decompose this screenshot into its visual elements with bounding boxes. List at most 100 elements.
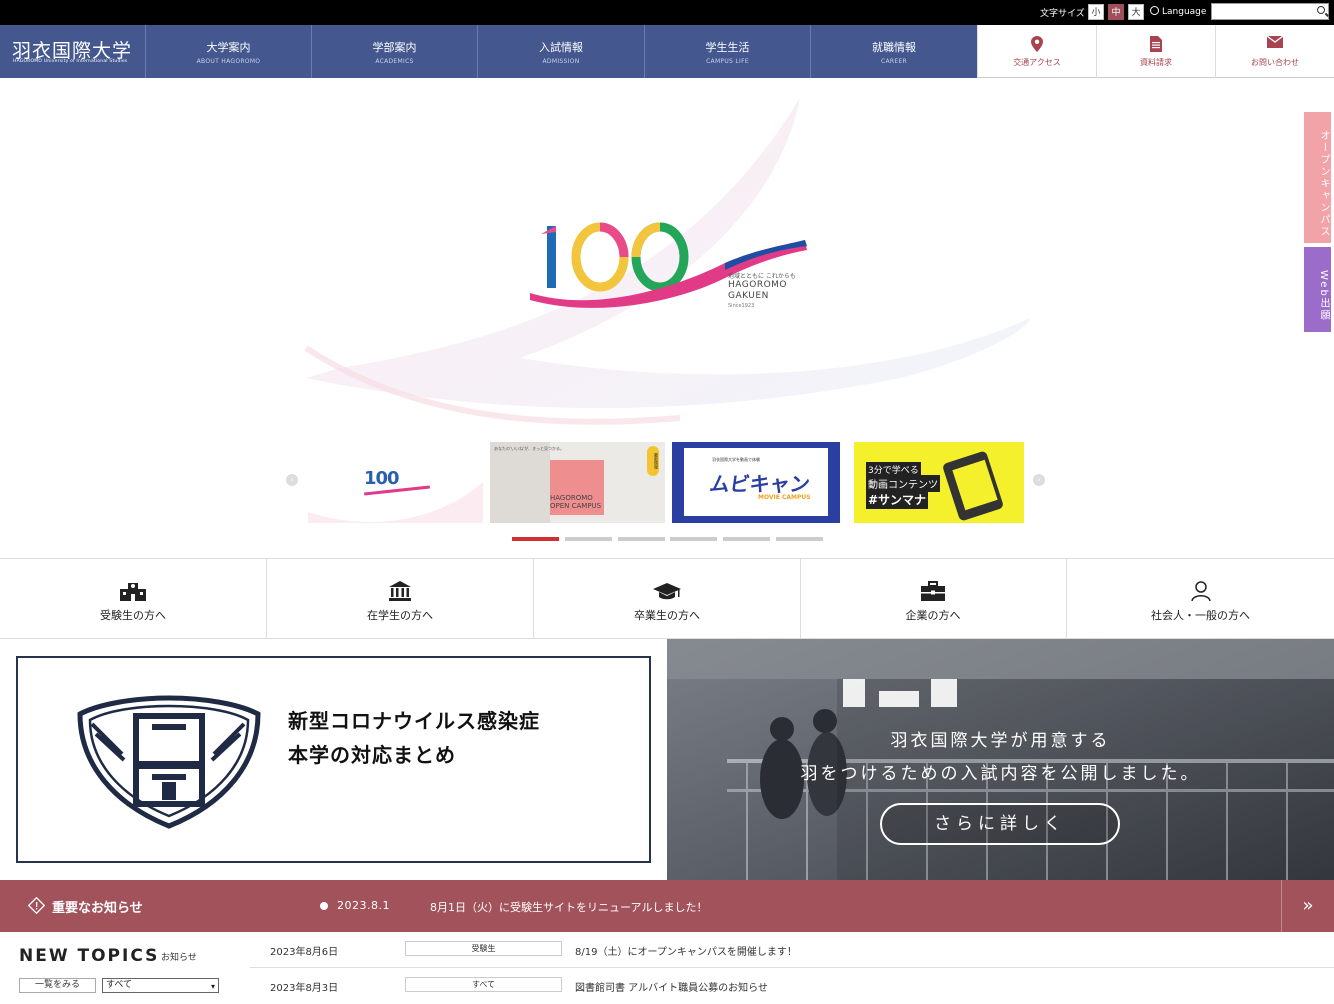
nav-item-sublabel: CAMPUS LIFE	[706, 58, 749, 65]
nav-item-admission[interactable]: 入試情報 ADMISSION	[477, 25, 644, 78]
topic-category-badge: すべて	[405, 977, 562, 992]
document-icon	[1150, 36, 1162, 52]
topic-row[interactable]: 2023年8月3日 すべて 図書館司書 アルバイト職員公募のお知らせ	[250, 968, 1334, 1004]
nav-item-sublabel: ABOUT HAGOROMO	[196, 58, 261, 65]
font-size-medium-button[interactable]: 中	[1108, 4, 1124, 20]
slider-dot[interactable]	[512, 537, 559, 541]
hero-brand-line2: GAKUEN	[728, 291, 769, 301]
topic-text[interactable]: 図書館司書 アルバイト職員公募のお知らせ	[575, 979, 768, 994]
open-campus-side-tab[interactable]: オープンキャンパス	[1304, 112, 1331, 243]
nav-item-academics[interactable]: 学部案内 ACADEMICS	[311, 25, 477, 78]
font-size-large-button[interactable]: 大	[1128, 4, 1144, 20]
audience-label: 企業の方へ	[905, 609, 961, 622]
audience-companies[interactable]: 企業の方へ	[800, 559, 1067, 639]
notice-title: 重要なお知らせ	[52, 901, 143, 916]
feature-more-button[interactable]: さらに詳しく	[880, 803, 1120, 845]
nav-item-label: 大学案内	[206, 41, 251, 54]
thumbnail-open-campus-title: HAGOROMO OPEN CAMPUS	[550, 494, 602, 510]
slider-dot[interactable]	[723, 537, 770, 541]
audience-label: 卒業生の方へ	[634, 609, 700, 622]
nav-item-campus-life[interactable]: 学生生活 CAMPUS LIFE	[644, 25, 810, 78]
access-link[interactable]: 交通アクセス	[977, 25, 1096, 78]
covid-response-banner[interactable]: 新型コロナウイルス感染症 本学の対応まとめ	[16, 656, 651, 863]
mail-icon	[1267, 36, 1283, 48]
notice-message-link[interactable]: 8月1日（火）に受験生サイトをリニューアルしました！	[430, 899, 707, 915]
hero-slider[interactable]: 地域とともに これからも HAGOROMO GAKUEN Since1923	[0, 78, 1334, 440]
thumbnail-movie-campus[interactable]: 羽衣国際大学を動画で体験 ムビキャン MOVIE CAMPUS	[672, 442, 840, 523]
thumbnail-movie-sub: MOVIE CAMPUS	[758, 494, 811, 501]
hero-brand-line1: HAGOROMO	[728, 280, 788, 290]
search-input[interactable]	[1211, 3, 1329, 20]
admission-feature-banner[interactable]: 羽衣国際大学が用意する 羽をつけるための入試内容を公開しました。 さらに詳しく	[667, 639, 1334, 880]
nav-item-sublabel: ACADEMICS	[375, 58, 414, 65]
notice-diamond-icon	[28, 897, 45, 914]
thumbnail-open-campus[interactable]: あなたの'いいね'が、きっと見つかる。 HAGOROMO OPEN CAMPUS…	[490, 442, 665, 523]
thumbnail-100-text: 100	[364, 468, 400, 489]
feature-banner-line2: 羽をつけるための入試内容を公開しました。	[800, 764, 1201, 784]
notice-date: 2023.8.1	[337, 899, 390, 912]
notice-bullet-icon	[320, 902, 328, 910]
slider-dot[interactable]	[776, 537, 823, 541]
topics-title: NEW TOPICS	[19, 946, 160, 966]
map-pin-icon	[1031, 36, 1043, 52]
thumbnail-movie-copy: 羽衣国際大学を動画で体験	[712, 457, 760, 462]
audience-navigation: 受験生の方へ 在学生の方へ 卒業生の方へ 企業の方へ 社会人・一般の方へ	[0, 558, 1334, 639]
covid-banner-line1: 新型コロナウイルス感染症	[288, 709, 540, 733]
topics-subtitle: お知らせ	[161, 953, 197, 963]
slider-dot[interactable]	[670, 537, 717, 541]
brochure-label: 資料請求	[1140, 58, 1172, 67]
topic-row[interactable]: 2023年8月6日 受験生 8/19（土）にオープンキャンパスを開催します！	[250, 932, 1334, 968]
feature-banner-line1: 羽衣国際大学が用意する	[890, 731, 1111, 751]
font-size-small-button[interactable]: 小	[1088, 4, 1104, 20]
thumbnail-sanmana-line3: #サンマナ	[866, 490, 929, 509]
audience-alumni[interactable]: 卒業生の方へ	[534, 559, 801, 639]
topic-category-badge: 受験生	[405, 941, 562, 956]
important-notice-bar: 重要なお知らせ 2023.8.1 8月1日（火）に受験生サイトをリニューアルしま…	[0, 880, 1334, 932]
main-navigation: 羽衣国際大学 HAGOROMO University of Internatio…	[0, 25, 1334, 78]
audience-general-public[interactable]: 社会人・一般の方へ	[1067, 559, 1334, 639]
graduation-cap-icon	[653, 583, 681, 600]
school-building-icon	[120, 583, 146, 601]
audience-label: 受験生の方へ	[100, 609, 166, 622]
thumbnail-sanmana[interactable]: 3分で学べる 動画コンテンツ #サンマナ	[854, 442, 1024, 523]
language-label: Language	[1162, 7, 1207, 17]
slider-prev-arrow[interactable]: ‹	[286, 474, 298, 486]
nav-item-about[interactable]: 大学案内 ABOUT HAGOROMO	[145, 25, 311, 78]
nav-item-label: 就職情報	[872, 41, 916, 54]
centennial-logo	[525, 218, 815, 318]
person-icon	[1190, 581, 1211, 601]
thumbnail-movie-title: ムビキャン	[708, 472, 812, 496]
slider-dot[interactable]	[618, 537, 665, 541]
chevron-down-icon: ▾	[210, 982, 215, 991]
notice-next-icon[interactable]: »	[1281, 880, 1334, 932]
thumbnail-badge: 最新情報	[647, 446, 659, 476]
topics-category-select[interactable]: すべて ▾	[102, 978, 219, 993]
audience-current-students[interactable]: 在学生の方へ	[267, 559, 534, 639]
audience-prospective-students[interactable]: 受験生の方へ	[0, 559, 267, 639]
slider-dot[interactable]	[565, 537, 612, 541]
brochure-request-link[interactable]: 資料請求	[1096, 25, 1215, 78]
nav-item-label: 入試情報	[539, 41, 583, 54]
site-logo[interactable]: 羽衣国際大学 HAGOROMO University of Internatio…	[0, 25, 145, 78]
search-icon[interactable]	[1317, 6, 1325, 14]
slider-next-arrow[interactable]: ›	[1033, 474, 1045, 486]
nav-item-career[interactable]: 就職情報 CAREER	[810, 25, 977, 78]
thumbnail-open-campus-copy: あなたの'いいね'が、きっと見つかる。	[494, 446, 564, 451]
thumbnail-photo-area	[490, 442, 550, 523]
topics-category-value: すべて	[106, 980, 133, 990]
language-selector[interactable]: Language	[1150, 6, 1206, 17]
web-application-side-tab[interactable]: Web出願	[1304, 247, 1331, 332]
covid-banner-line2: 本学の対応まとめ	[288, 743, 456, 767]
university-crest-icon	[77, 695, 261, 829]
topic-text[interactable]: 8/19（土）にオープンキャンパスを開催します！	[575, 943, 797, 958]
contact-label: お問い合わせ	[1251, 58, 1299, 67]
nav-item-sublabel: CAREER	[880, 58, 907, 65]
hero-since: Since1923	[728, 303, 755, 309]
logo-subtitle: HAGOROMO University of International Stu…	[13, 59, 128, 64]
audience-label: 社会人・一般の方へ	[1151, 609, 1250, 622]
thumbnail-anniversary[interactable]: 100	[308, 442, 483, 523]
contact-link[interactable]: お問い合わせ	[1215, 25, 1334, 78]
top-utility-bar: 文字サイズ 小 中 大 Language	[0, 0, 1334, 25]
topics-more-button[interactable]: 一覧をみる	[19, 978, 96, 993]
slider-thumbnails: ‹ 100 あなたの'いいね'が、きっと見つかる。 HAGOROMO OPEN …	[0, 440, 1334, 530]
